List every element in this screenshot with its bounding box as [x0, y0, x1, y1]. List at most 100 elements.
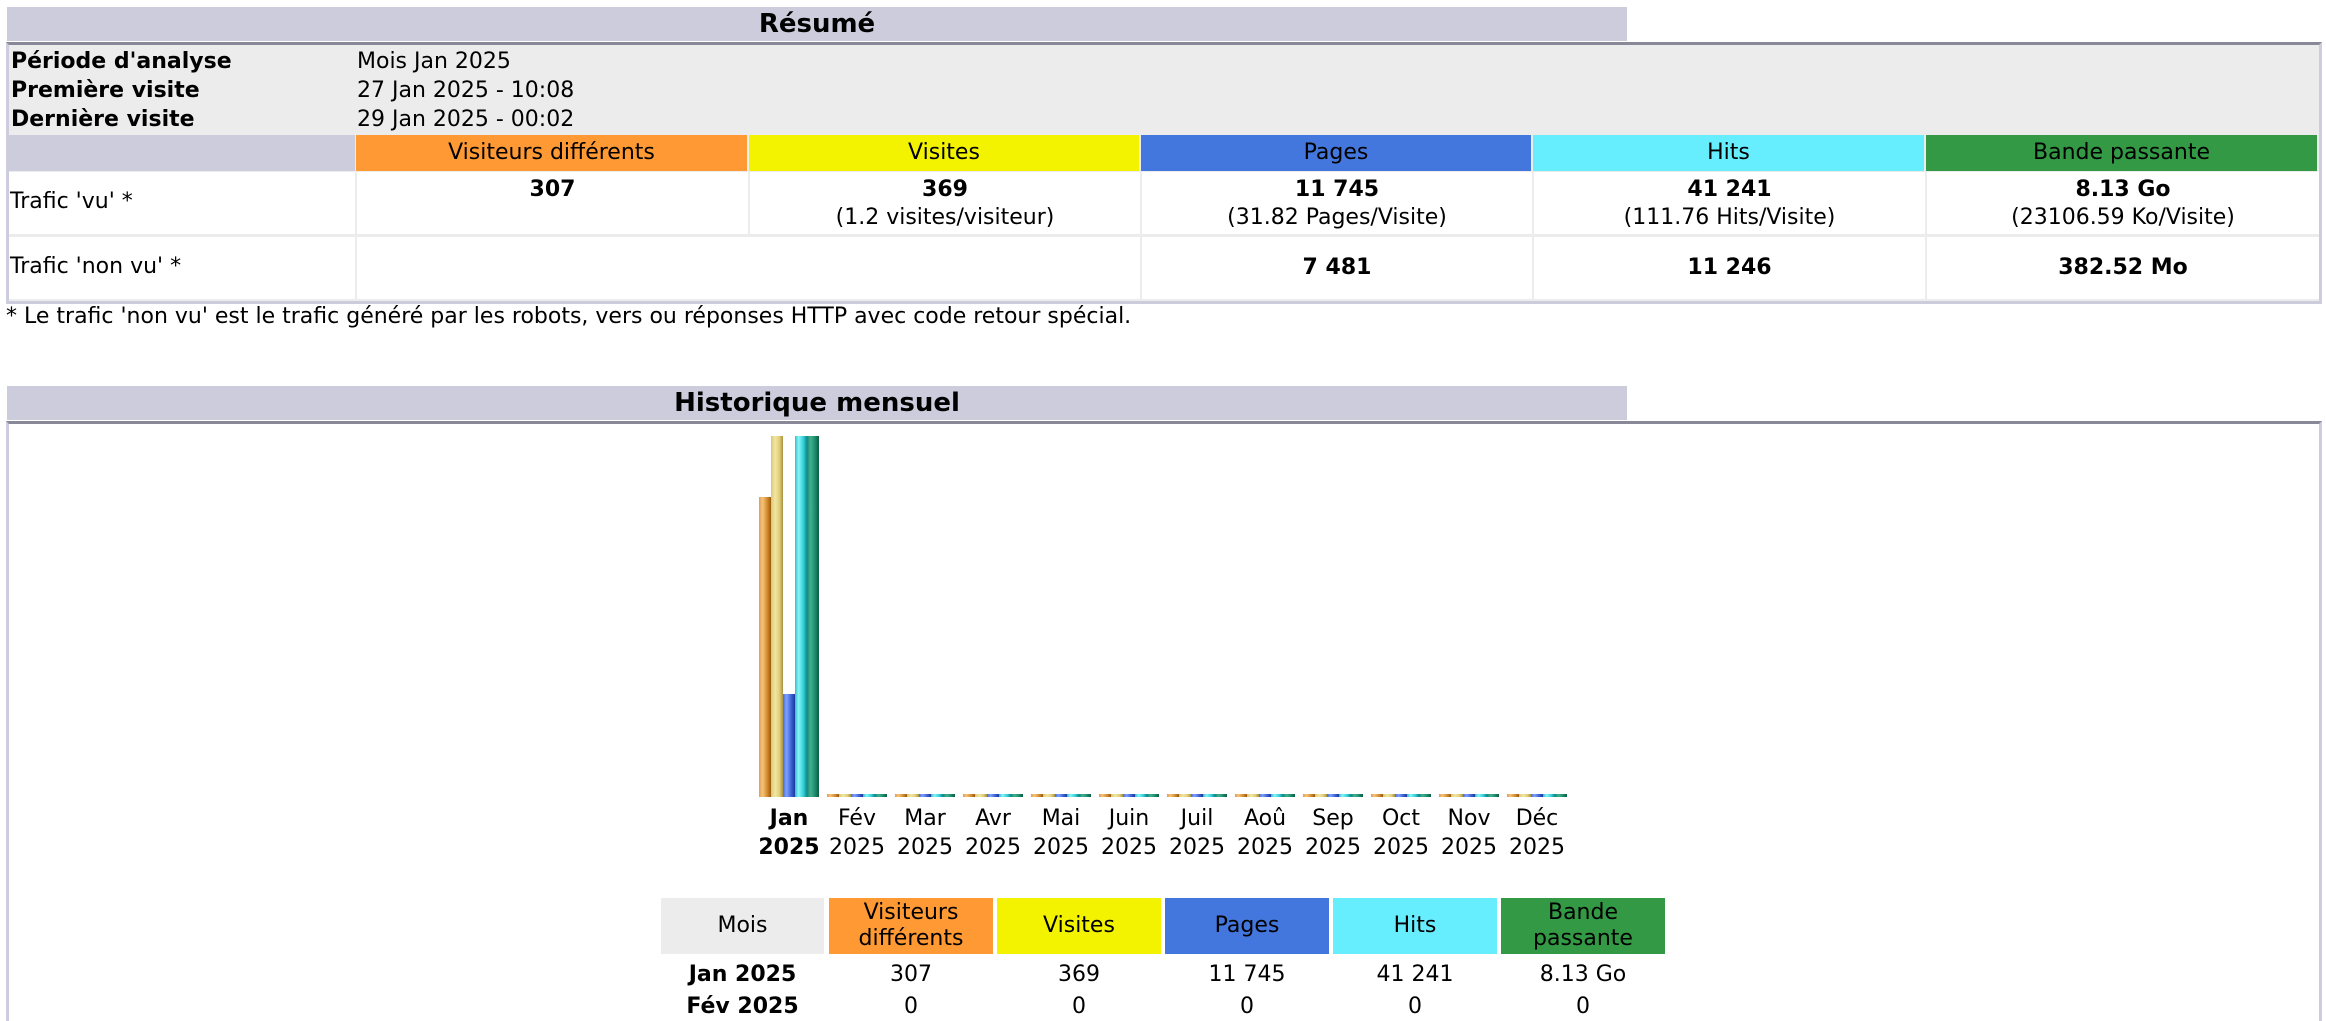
bar-vu-2: [895, 794, 907, 797]
bar-pa-5: [1123, 794, 1135, 797]
bar-hi-10: [1475, 794, 1487, 797]
month-label: Sep 2025: [1299, 804, 1367, 862]
bar-vu-11: [1507, 794, 1519, 797]
month-name: Mai: [1041, 806, 1081, 831]
bar-hi-2: [931, 794, 943, 797]
bar-vu-7: [1235, 794, 1247, 797]
bar-vu-1: [827, 794, 839, 797]
td-visitors: 307: [890, 962, 932, 987]
month-name: Fév: [837, 806, 876, 831]
bar-vi-9: [1383, 794, 1395, 797]
bar-vi-4: [1043, 794, 1055, 797]
bar-pa-9: [1395, 794, 1407, 797]
bar-vu-9: [1371, 794, 1383, 797]
month-label: Juil 2025: [1163, 804, 1231, 862]
bar-vu-10: [1439, 794, 1451, 797]
month-year: 2025: [1237, 835, 1293, 860]
bar-hi-5: [1135, 794, 1147, 797]
td-bandwidth: 0: [1576, 994, 1590, 1019]
bar-pa-3: [987, 794, 999, 797]
month-year: 2025: [1509, 835, 1565, 860]
bar-bw-6: [1215, 794, 1227, 797]
bar-hi-9: [1407, 794, 1419, 797]
bar-vi-0: [771, 436, 783, 797]
th-visitors: Visiteurs différents: [829, 898, 993, 954]
bar-hi-4: [1067, 794, 1079, 797]
bar-vi-7: [1247, 794, 1259, 797]
bar-bw-7: [1283, 794, 1295, 797]
bar-pa-7: [1259, 794, 1271, 797]
month-name: Aoû: [1243, 806, 1287, 831]
month-name: Juil: [1180, 806, 1214, 831]
bar-vu-5: [1099, 794, 1111, 797]
th-pages: Pages: [1165, 898, 1329, 954]
month-name: Nov: [1447, 806, 1491, 831]
bar-hi-6: [1203, 794, 1215, 797]
month-year: 2025: [1373, 835, 1429, 860]
month-name: Sep: [1312, 806, 1354, 831]
bar-vi-10: [1451, 794, 1463, 797]
bar-bw-4: [1079, 794, 1091, 797]
month-label: Juin 2025: [1095, 804, 1163, 862]
bar-bw-1: [875, 794, 887, 797]
bar-hi-0: [795, 436, 807, 797]
bar-pa-0: [783, 694, 795, 797]
month-name: Avr: [975, 806, 1011, 831]
bar-pa-10: [1463, 794, 1475, 797]
month-year: 2025: [758, 835, 820, 860]
bar-pa-1: [851, 794, 863, 797]
month-label: Mar 2025: [891, 804, 959, 862]
month-year: 2025: [1033, 835, 1089, 860]
td-visits: 369: [1058, 962, 1100, 987]
th-month: Mois: [661, 898, 824, 954]
bar-bw-3: [1011, 794, 1023, 797]
th-bandwidth: Bande passante: [1501, 898, 1665, 954]
bar-hi-1: [863, 794, 875, 797]
th-hits: Hits: [1333, 898, 1497, 954]
bar-vu-8: [1303, 794, 1315, 797]
bar-pa-4: [1055, 794, 1067, 797]
month-year: 2025: [1169, 835, 1225, 860]
month-label: Oct 2025: [1367, 804, 1435, 862]
month-year: 2025: [829, 835, 885, 860]
bar-hi-11: [1543, 794, 1555, 797]
bar-vi-11: [1519, 794, 1531, 797]
bar-hi-3: [999, 794, 1011, 797]
month-label: Jan 2025: [755, 804, 823, 862]
month-name: Jan: [769, 806, 809, 831]
td-pages: 0: [1240, 994, 1254, 1019]
td-visits: 0: [1072, 994, 1086, 1019]
bar-pa-2: [919, 794, 931, 797]
bar-vi-5: [1111, 794, 1123, 797]
month-label: Déc 2025: [1503, 804, 1571, 862]
bar-bw-9: [1419, 794, 1431, 797]
month-label: Mai 2025: [1027, 804, 1095, 862]
bar-vi-2: [907, 794, 919, 797]
bar-bw-8: [1351, 794, 1363, 797]
bar-vi-8: [1315, 794, 1327, 797]
td-hits: 0: [1408, 994, 1422, 1019]
bar-pa-6: [1191, 794, 1203, 797]
month-name: Déc: [1515, 806, 1559, 831]
td-month: Fév 2025: [686, 994, 799, 1019]
month-name: Juin: [1108, 806, 1150, 831]
month-name: Mar: [904, 806, 946, 831]
bar-bw-11: [1555, 794, 1567, 797]
bar-hi-7: [1271, 794, 1283, 797]
month-year: 2025: [1101, 835, 1157, 860]
month-year: 2025: [1441, 835, 1497, 860]
month-label: Fév 2025: [823, 804, 891, 862]
bar-vu-3: [963, 794, 975, 797]
month-label: Aoû 2025: [1231, 804, 1299, 862]
bar-pa-11: [1531, 794, 1543, 797]
bar-vu-4: [1031, 794, 1043, 797]
month-year: 2025: [1305, 835, 1361, 860]
bar-vu-6: [1167, 794, 1179, 797]
th-visits: Visites: [997, 898, 1161, 954]
td-visitors: 0: [904, 994, 918, 1019]
bar-vi-3: [975, 794, 987, 797]
month-label: Nov 2025: [1435, 804, 1503, 862]
td-hits: 41 241: [1376, 962, 1454, 987]
td-month: Jan 2025: [688, 962, 797, 987]
bar-hi-8: [1339, 794, 1351, 797]
